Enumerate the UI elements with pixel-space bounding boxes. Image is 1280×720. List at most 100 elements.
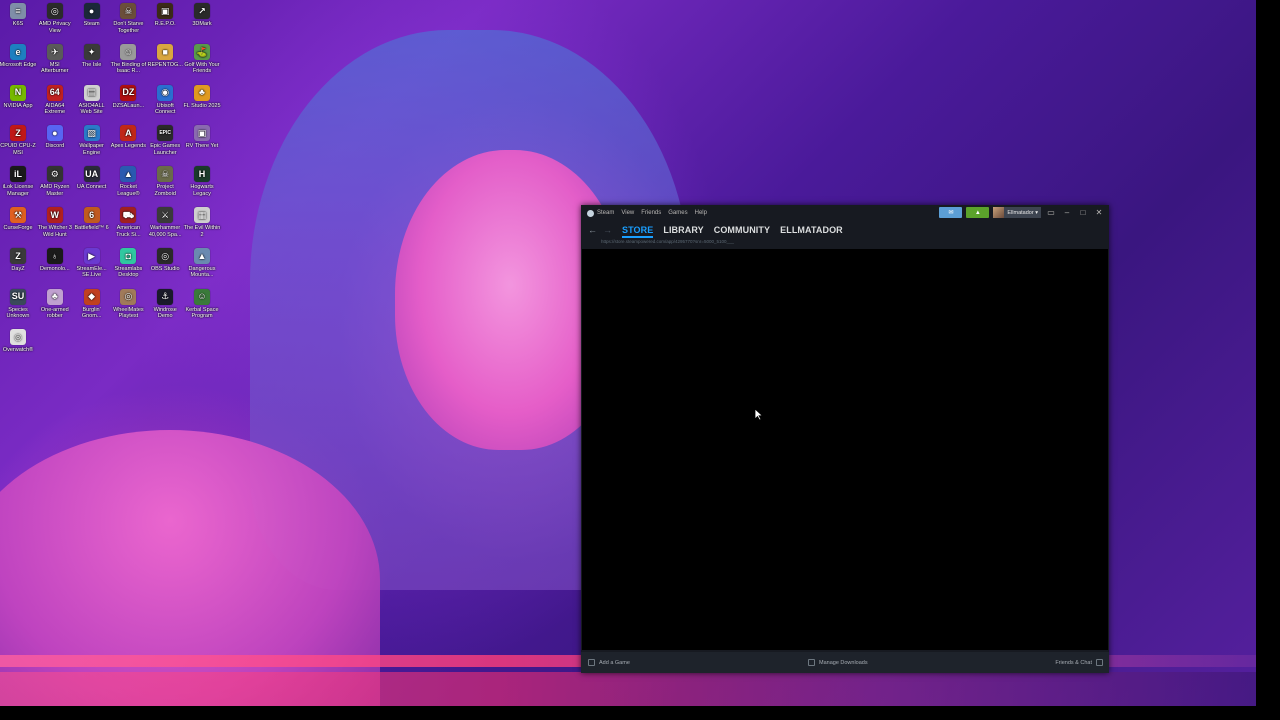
desktop-icon[interactable]: ▦ The Evil Within 2 xyxy=(183,207,221,238)
friends-chat-button[interactable]: Friends & Chat xyxy=(1055,659,1103,666)
desktop-icon[interactable]: ☠ Project Zomboid xyxy=(146,166,184,197)
forward-arrow-icon[interactable]: → xyxy=(603,225,612,235)
app-icon: 64 xyxy=(46,84,63,101)
desktop-icon[interactable]: ⚒ CurseForge xyxy=(0,207,37,232)
desktop-icon[interactable]: ◎ OBS Studio xyxy=(146,247,184,273)
desktop-icon[interactable]: ◎ WheelMates Playtest xyxy=(109,288,147,320)
desktop-icon[interactable]: ● Steam xyxy=(73,3,111,28)
desktop-icon[interactable]: N NVIDIA App xyxy=(0,84,37,110)
desktop-icon[interactable]: ☺ Kerbal Space Program xyxy=(183,288,221,320)
desktop-icon-label: American Truck Si... xyxy=(116,225,141,238)
desktop-icon-label: Hogwarts Legacy xyxy=(190,184,214,197)
app-icon: ● xyxy=(46,125,63,142)
menu-view[interactable]: View xyxy=(621,210,634,216)
app-icon: ◉ xyxy=(157,84,174,101)
desktop-icon[interactable]: ▶ StreamEle... SE.Live xyxy=(73,247,111,279)
app-icon: ◎ xyxy=(10,329,26,346)
desktop-icon[interactable]: ● Discord xyxy=(36,125,74,150)
desktop-icon[interactable]: ⛳ Golf With Your Friends xyxy=(183,43,221,75)
desktop-icon[interactable]: ☺ The Binding of Isaac R... xyxy=(109,43,147,75)
app-icon: ▲ xyxy=(194,247,210,264)
desktop-icon[interactable]: Z CPUID CPU-Z MSI xyxy=(0,125,37,156)
menu-help[interactable]: Help xyxy=(695,210,707,216)
maximize-button[interactable]: □ xyxy=(1077,208,1089,217)
desktop-icon[interactable]: ♣ One-armed robber xyxy=(36,288,74,320)
desktop-icon[interactable]: Z DayZ xyxy=(0,247,37,273)
menu-games[interactable]: Games xyxy=(668,210,687,216)
desktop-icon-label: Microsoft Edge xyxy=(0,61,37,68)
add-game-button[interactable]: Add a Game xyxy=(588,659,630,666)
desktop-icon[interactable]: ◎ Overwatch® xyxy=(0,329,37,354)
desktop-icon[interactable]: UA UA Connect xyxy=(73,166,111,191)
big-picture-icon[interactable]: ▭ xyxy=(1045,208,1057,217)
desktop-icon[interactable]: W The Witcher 3 Wild Hunt xyxy=(36,207,74,238)
desktop-icon-label: Discord xyxy=(45,143,65,150)
desktop-icon[interactable]: ◘ Streamlabs Desktop xyxy=(109,247,147,279)
desktop-icon[interactable]: SU Species Unknown xyxy=(0,288,37,320)
desktop-icon[interactable]: ⚔ Warhammer 40,000 Spa... xyxy=(146,207,184,238)
desktop-icon-label: Species Unknown xyxy=(6,306,30,320)
chat-icon xyxy=(1096,659,1103,666)
desktop-icon[interactable]: ♣ FL Studio 2025 xyxy=(183,84,221,110)
desktop-icon[interactable]: ✦ The Isle xyxy=(73,43,111,69)
desktop-icon[interactable]: ⛟ American Truck Si... xyxy=(109,207,147,238)
desktop-icon[interactable]: ▲ Rocket League® xyxy=(109,166,147,197)
desktop-icon[interactable]: ▣ RV There Yet xyxy=(183,125,221,150)
cursor-arrow-icon xyxy=(754,408,764,421)
steam-navbar: ← → STORE LIBRARY COMMUNITY ELLMATADOR xyxy=(581,221,1109,239)
desktop-icon[interactable]: ⚓ Windrose Demo xyxy=(146,288,184,320)
desktop-icon-label: Apex Legends xyxy=(110,143,146,150)
desktop-icon[interactable]: ✈ MSI Afterburner xyxy=(36,43,74,75)
desktop-icon[interactable]: 64 AIDA64 Extreme xyxy=(36,84,74,116)
desktop-icon-label: ASIO4ALL Web Site xyxy=(78,102,105,116)
desktop-icon[interactable]: ▧ Wallpaper Engine xyxy=(73,125,111,156)
desktop-icon[interactable]: EPIC Epic Games Launcher xyxy=(146,125,184,156)
desktop-icon[interactable]: ▣ R.E.P.O. xyxy=(146,3,184,28)
desktop-icon-label: Golf With Your Friends xyxy=(184,61,220,75)
broadcast-button[interactable]: ✉ xyxy=(939,207,963,218)
desktop-icon[interactable]: ⚙ AMD Ryzen Master xyxy=(36,166,74,197)
minimize-button[interactable]: – xyxy=(1061,208,1073,217)
desktop-icon[interactable]: ◆ Burglin' Gnom... xyxy=(73,288,111,320)
desktop-icon-label: AMD Privacy View xyxy=(38,21,71,34)
desktop-icon-label: AMD Ryzen Master xyxy=(40,184,70,197)
desktop-icon[interactable]: e Microsoft Edge xyxy=(0,43,37,69)
desktop-icon[interactable]: A Apex Legends xyxy=(109,125,147,150)
steam-menu[interactable]: Steam xyxy=(587,209,614,217)
desktop-icon[interactable]: ▤ ASIO4ALL Web Site xyxy=(73,84,111,116)
tab-library[interactable]: LIBRARY xyxy=(663,225,703,235)
tab-store[interactable]: STORE xyxy=(622,225,654,238)
desktop-icon[interactable]: ◉ Ubisoft Connect xyxy=(146,84,184,116)
desktop-icon[interactable]: ≡ K6S xyxy=(0,3,37,28)
tab-profile[interactable]: ELLMATADOR xyxy=(780,225,843,235)
desktop-icon-label: Project Zomboid xyxy=(154,184,176,197)
notifications-button[interactable]: ▲ xyxy=(966,207,990,218)
desktop-icon[interactable]: ■ REPENTOG... xyxy=(146,43,184,69)
manage-downloads-button[interactable]: Manage Downloads xyxy=(808,659,868,666)
app-icon: UA xyxy=(83,166,100,183)
desktop-icon[interactable]: ◎ AMD Privacy View xyxy=(36,3,74,34)
desktop-icon-label: WheelMates Playtest xyxy=(113,306,144,320)
desktop-icon[interactable]: ↗ 3DMark xyxy=(183,3,221,28)
app-icon: ▤ xyxy=(83,84,100,101)
desktop-icon[interactable]: 6 Battlefield™ 6 xyxy=(73,207,111,232)
desktop-icon[interactable]: ▲ Dangerous Mounta... xyxy=(183,247,221,279)
store-content-area[interactable] xyxy=(582,249,1108,650)
tab-community[interactable]: COMMUNITY xyxy=(714,225,770,235)
desktop-icon[interactable]: ♁ Demonolo... xyxy=(36,247,74,273)
steam-window: Steam View Friends Games Help ✉ ▲ Ellmat… xyxy=(581,205,1109,673)
add-game-label: Add a Game xyxy=(599,659,630,666)
titlebar-controls: ✉ ▲ Ellmatador ▭ – □ ✕ xyxy=(939,207,1105,218)
desktop-icon[interactable]: iL iLok License Manager xyxy=(0,166,37,197)
menu-friends[interactable]: Friends xyxy=(641,210,661,216)
desktop-icon[interactable]: ☠ Don't Starve Together xyxy=(109,3,147,34)
desktop-icon[interactable]: DZ DZSALaun... xyxy=(109,84,147,110)
desktop-icon[interactable]: H Hogwarts Legacy xyxy=(183,166,221,197)
bottom-edge-strip xyxy=(0,706,1280,720)
close-button[interactable]: ✕ xyxy=(1093,208,1105,217)
desktop-icon-label: REPENTOG... xyxy=(147,61,183,68)
back-arrow-icon[interactable]: ← xyxy=(588,225,597,235)
app-icon: ⚓ xyxy=(157,288,174,305)
app-icon: ◎ xyxy=(120,288,137,305)
account-menu-button[interactable]: Ellmatador xyxy=(993,207,1041,218)
